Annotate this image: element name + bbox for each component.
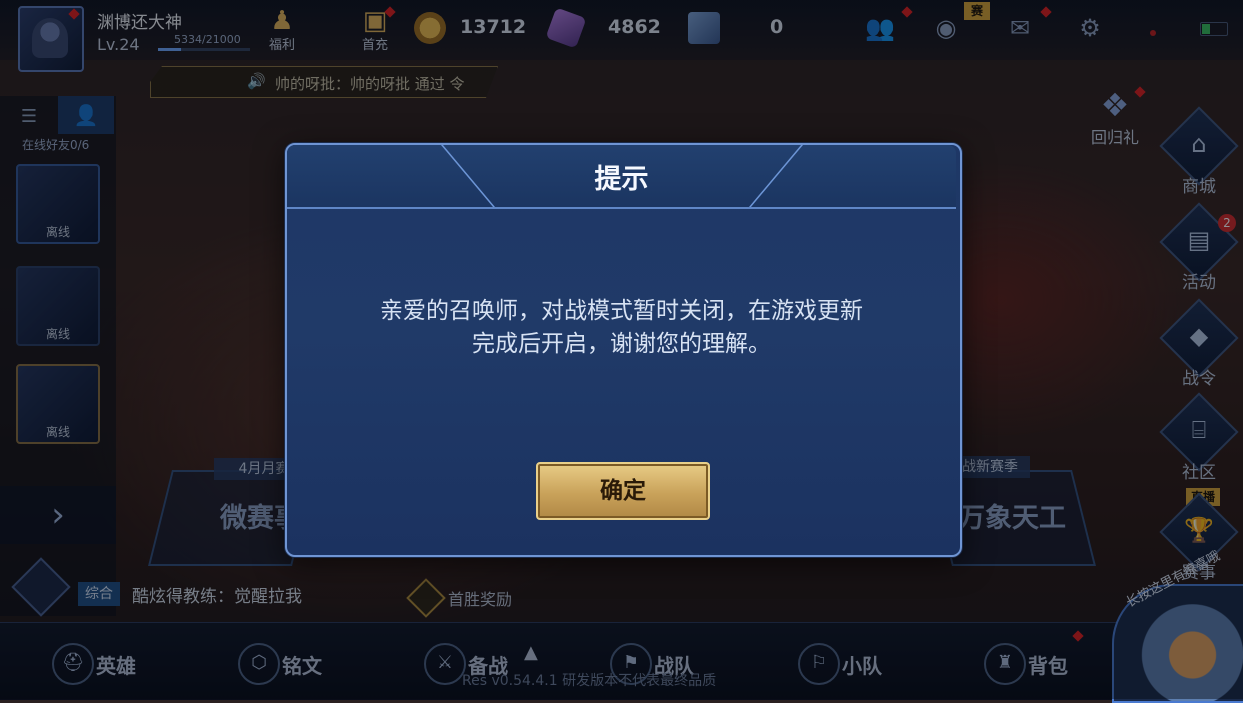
dialog-header: 提示: [287, 145, 956, 209]
dialog-message: 亲爱的召唤师，对战模式暂时关闭，在游戏更新 完成后开启，谢谢您的理解。: [327, 295, 916, 361]
dialog-message-line-1: 亲爱的召唤师，对战模式暂时关闭，在游戏更新: [380, 298, 863, 324]
notice-dialog: 提示 亲爱的召唤师，对战模式暂时关闭，在游戏更新 完成后开启，谢谢您的理解。 确…: [285, 143, 962, 557]
dialog-message-line-2: 完成后开启，谢谢您的理解。: [472, 331, 771, 357]
dialog-title: 提示: [594, 164, 649, 195]
confirm-button[interactable]: 确定: [536, 462, 710, 520]
